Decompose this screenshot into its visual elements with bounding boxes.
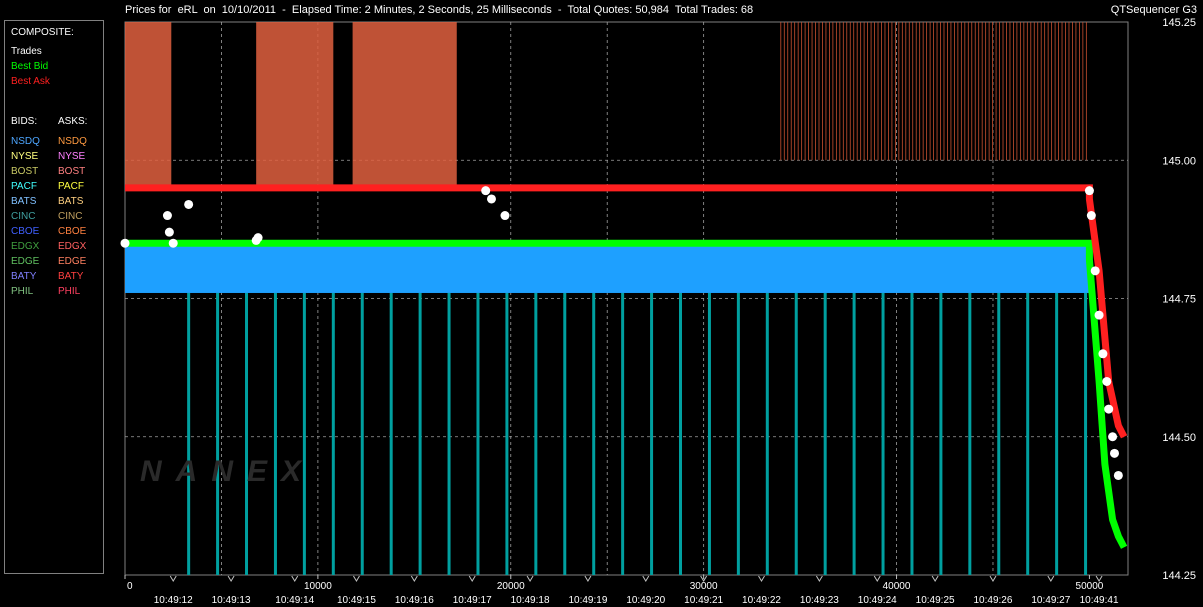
time-marker [1047,575,1055,582]
time-label: 10:49:27 [1031,595,1070,606]
trade-point [486,194,496,204]
y-tick-label: 145.00 [1162,155,1196,167]
time-marker [642,575,650,582]
x-tick-label: 10000 [304,581,332,592]
trade-point [500,211,510,221]
trade-point [164,227,174,237]
time-marker [873,575,881,582]
ask-block [125,22,172,188]
trade-point [1090,266,1100,276]
x-tick-label: 0 [127,581,133,592]
x-tick-label: 20000 [497,581,525,592]
trade-point [162,211,172,221]
price-chart: 144.25 144.50 144.75 145.00 145.25 0 10000 2000… [120,17,1196,606]
time-marker [815,575,823,582]
trade-point [1094,310,1104,320]
trade-point [120,238,130,248]
ask-block [256,22,334,188]
time-label: 10:49:17 [453,595,492,606]
trade-point [1109,448,1119,458]
trade-point [168,238,178,248]
time-label: 10:49:14 [275,595,314,606]
time-label: 10:49:24 [858,595,897,606]
trade-point [1098,349,1108,359]
time-marker [353,575,360,582]
y-tick-label: 144.25 [1162,570,1196,582]
trade-point [1113,470,1123,480]
bid-area [125,243,1090,293]
time-marker [526,575,534,582]
time-label: 10:49:19 [568,595,607,606]
time-label: 10:49:12 [154,595,193,606]
time-label: 10:49:16 [395,595,434,606]
trade-point [1086,211,1096,221]
time-label: 10:49:20 [626,595,665,606]
time-label: 10:49:26 [974,595,1013,606]
time-label: 10:49:25 [916,595,955,606]
x-tick-label: 30000 [690,581,718,592]
trade-point [481,186,491,196]
time-marker [584,575,592,582]
time-label: 10:49:18 [511,595,550,606]
ask-block [352,22,457,188]
y-tick-label: 145.25 [1162,17,1196,29]
time-marker [468,575,476,582]
time-label: 10:49:15 [337,595,376,606]
time-label: 10:49:23 [800,595,839,606]
time-marker [291,575,299,582]
y-tick-label: 144.50 [1162,432,1196,444]
trade-point [1102,376,1112,386]
x-tick-label: 40000 [883,581,911,592]
trade-point [184,199,194,209]
time-marker [989,575,997,582]
time-label: 10:49:13 [212,595,251,606]
watermark: NANEX [140,455,316,488]
time-marker [410,575,418,582]
trade-point [1104,404,1114,414]
time-label: 10:49:21 [684,595,723,606]
time-label: 10:49:22 [742,595,781,606]
x-tick-label: 50000 [1076,581,1104,592]
trade-point [1084,186,1094,196]
y-tick-label: 144.75 [1162,294,1196,306]
trade-point [253,233,263,243]
time-marker [758,575,765,582]
time-marker [227,575,235,582]
time-marker [169,575,177,582]
time-label: 10:49:41 [1080,595,1119,606]
trade-point [1108,432,1118,442]
time-marker [931,575,939,582]
